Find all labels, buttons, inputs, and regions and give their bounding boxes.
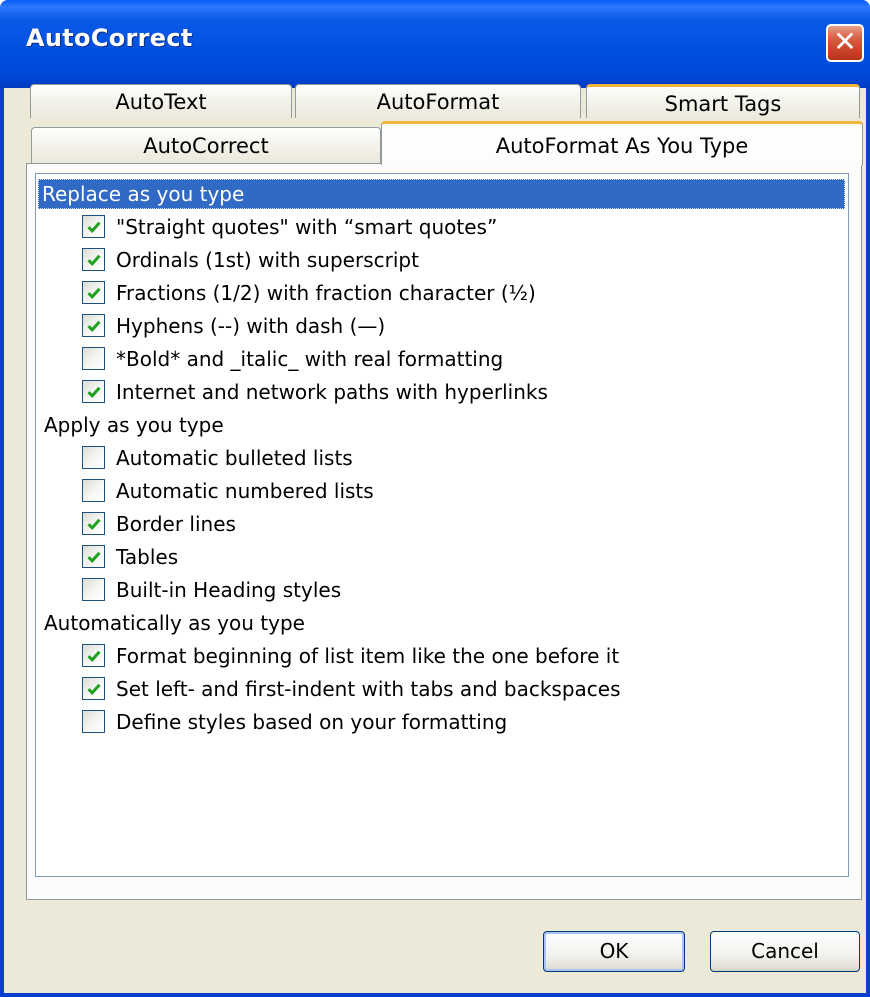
option-label: Automatic bulleted lists — [116, 446, 353, 470]
option-row[interactable]: Tables — [36, 542, 836, 572]
option-row[interactable]: Ordinals (1st) with superscript — [36, 245, 836, 275]
option-label: Hyphens (--) with dash (—) — [116, 314, 386, 338]
option-row[interactable]: Automatic numbered lists — [36, 476, 836, 506]
option-label: Automatic numbered lists — [116, 479, 374, 503]
checkmark-icon — [87, 254, 101, 266]
checkmark-icon — [87, 287, 101, 299]
close-icon[interactable]: ✕ — [826, 24, 864, 62]
checkbox-checked[interactable] — [82, 545, 105, 568]
option-label: Border lines — [116, 512, 236, 536]
checkmark-icon — [87, 683, 101, 695]
checkbox-checked[interactable] — [82, 215, 105, 238]
option-row[interactable]: Automatic bulleted lists — [36, 443, 836, 473]
checkbox-unchecked[interactable] — [82, 446, 105, 469]
option-label: Tables — [116, 545, 179, 569]
option-row[interactable]: Built-in Heading styles — [36, 575, 836, 605]
title-bar[interactable]: AutoCorrect ✕ — [0, 0, 870, 88]
tab-panel: Replace as you type "Straight quotes" wit… — [26, 163, 862, 900]
checkmark-icon — [87, 221, 101, 233]
option-label: Fractions (1/2) with fraction character … — [116, 281, 536, 305]
option-label: Define styles based on your formatting — [116, 710, 508, 734]
tab-autotext[interactable]: AutoText — [30, 84, 292, 118]
option-row[interactable]: Internet and network paths with hyperlin… — [36, 377, 836, 407]
option-row[interactable]: Fractions (1/2) with fraction character … — [36, 278, 836, 308]
checkbox-checked[interactable] — [82, 512, 105, 535]
option-row[interactable]: "Straight quotes" with “smart quotes” — [36, 212, 836, 242]
option-label: "Straight quotes" with “smart quotes” — [116, 215, 498, 239]
tab-autocorrect[interactable]: AutoCorrect — [31, 127, 381, 163]
option-label: Format beginning of list item like the o… — [116, 644, 620, 668]
option-label: *Bold* and _italic_ with real formatting — [116, 347, 504, 371]
section-apply-as-you-type[interactable]: Apply as you type — [40, 410, 228, 440]
section-automatically-as-you-type[interactable]: Automatically as you type — [40, 608, 309, 638]
checkbox-checked[interactable] — [82, 314, 105, 337]
option-row[interactable]: Format beginning of list item like the o… — [36, 641, 836, 671]
checkbox-checked[interactable] — [82, 677, 105, 700]
checkbox-unchecked[interactable] — [82, 347, 105, 370]
option-label: Internet and network paths with hyperlin… — [116, 380, 548, 404]
option-label: Built-in Heading styles — [116, 578, 342, 602]
checkmark-icon — [87, 320, 101, 332]
option-row[interactable]: Border lines — [36, 509, 836, 539]
option-row[interactable]: Set left- and first-indent with tabs and… — [36, 674, 836, 704]
checkmark-icon — [87, 386, 101, 398]
checkbox-checked[interactable] — [82, 281, 105, 304]
option-label: Set left- and first-indent with tabs and… — [116, 677, 621, 701]
checkbox-checked[interactable] — [82, 644, 105, 667]
ok-button[interactable]: OK — [543, 931, 685, 972]
window-title: AutoCorrect — [26, 24, 193, 52]
checkbox-checked[interactable] — [82, 248, 105, 271]
tab-autoformat[interactable]: AutoFormat — [295, 84, 581, 118]
checkmark-icon — [87, 518, 101, 530]
cancel-button[interactable]: Cancel — [710, 931, 860, 972]
option-row[interactable]: Define styles based on your formatting — [36, 707, 836, 737]
checkbox-unchecked[interactable] — [82, 479, 105, 502]
checkmark-icon — [87, 650, 101, 662]
checkbox-unchecked[interactable] — [82, 710, 105, 733]
options-list[interactable]: Replace as you type "Straight quotes" wit… — [35, 173, 849, 877]
option-row[interactable]: *Bold* and _italic_ with real formatting — [36, 344, 836, 374]
section-replace-as-you-type[interactable]: Replace as you type — [38, 179, 845, 209]
checkbox-checked[interactable] — [82, 380, 105, 403]
checkbox-unchecked[interactable] — [82, 578, 105, 601]
tab-autoformat-as-you-type[interactable]: AutoFormat As You Type — [381, 121, 863, 165]
checkmark-icon — [87, 551, 101, 563]
option-row[interactable]: Hyphens (--) with dash (—) — [36, 311, 836, 341]
tab-smart-tags[interactable]: Smart Tags — [586, 84, 860, 118]
option-label: Ordinals (1st) with superscript — [116, 248, 419, 272]
